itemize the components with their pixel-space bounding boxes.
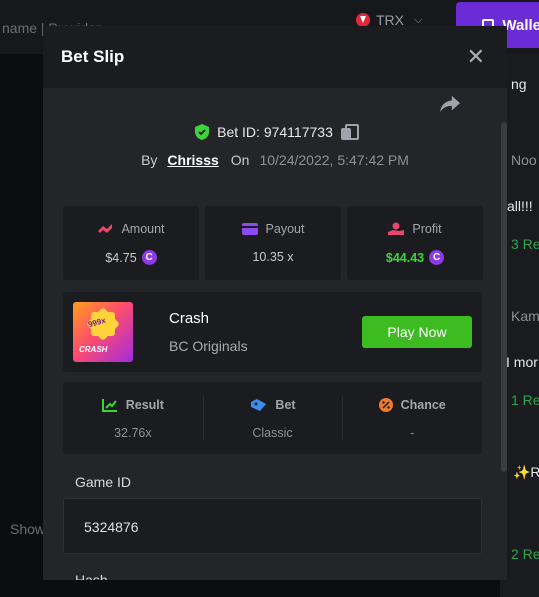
chevron-down-icon: ⌵ [414, 13, 423, 26]
modal-header: Bet Slip ✕ [43, 26, 507, 88]
show-text: Show [10, 521, 46, 537]
bet-stats: Amount $4.75 C Payout 10.35 x Profit $44… [63, 206, 483, 280]
chance-label: Chance [400, 398, 446, 412]
bet-value: Classic [252, 426, 293, 440]
bet-details: Result 32.76x Bet Classic Chance - [63, 382, 482, 454]
bet-id-label: Bet ID: [217, 124, 260, 140]
amount-label: Amount [121, 222, 165, 236]
bet-slip-modal: Bet Slip ✕ Bet ID: 974117733 By Chrisss … [43, 26, 507, 580]
play-now-button[interactable]: Play Now [362, 316, 472, 348]
chance-column: Chance - [342, 382, 482, 454]
money-hand-icon [98, 224, 113, 233]
thumb-title: CRASH [79, 345, 108, 354]
game-name: Crash [169, 310, 210, 327]
bet-id-value: 974117733 [263, 124, 333, 140]
chat-fragment: 1 Re [511, 392, 539, 408]
card-icon [241, 223, 258, 235]
game-card: 999x CRASH Crash BC Originals Play Now [63, 292, 482, 372]
share-icon[interactable] [439, 94, 461, 114]
hash-label: Hash [75, 572, 108, 580]
bet-id-row: Bet ID: 974117733 [43, 124, 507, 140]
by-label: By [141, 152, 158, 168]
bc-coin-icon: C [429, 250, 445, 265]
wallet-label: Wallet [502, 16, 539, 34]
on-label: On [230, 152, 250, 168]
trx-icon [356, 13, 370, 27]
payout-value: 10.35 x [252, 250, 294, 264]
chance-value: - [410, 426, 415, 440]
chat-fragment: Kam [511, 308, 539, 324]
game-id-field[interactable]: 5324876 [63, 498, 482, 554]
chart-growth-icon [101, 399, 117, 412]
crash-game-thumbnail[interactable]: 999x CRASH [73, 302, 133, 362]
result-value: 32.76x [114, 426, 152, 440]
profit-stat: Profit $44.43 C [347, 206, 483, 280]
chat-fragment: all!!! [507, 198, 533, 214]
bc-coin-icon: C [141, 250, 157, 265]
game-id-label: Game ID [75, 474, 132, 490]
bet-column: Bet Classic [202, 382, 343, 454]
percent-icon [378, 398, 393, 412]
result-label: Result [125, 398, 164, 412]
ticket-icon [251, 399, 267, 411]
amount-value: $4.75 [105, 250, 137, 265]
chat-fragment: I mor [506, 354, 538, 370]
payout-label: Payout [265, 222, 305, 236]
copy-icon[interactable] [340, 124, 359, 140]
scrollbar[interactable] [501, 122, 507, 472]
shield-check-icon [195, 124, 210, 140]
profit-hand-icon [388, 222, 405, 235]
result-column: Result 32.76x [63, 382, 203, 454]
bet-meta-row: By Chrisss On 10/24/2022, 5:47:42 PM [43, 152, 507, 168]
bet-label: Bet [275, 398, 296, 412]
chat-fragment: 2 Re [511, 546, 539, 562]
game-provider: BC Originals [169, 338, 248, 354]
profit-value: $44.43 [385, 250, 425, 265]
profit-label: Profit [412, 222, 442, 236]
bet-datetime: 10/24/2022, 5:47:42 PM [259, 152, 409, 168]
chat-fragment: 3 Re [511, 236, 539, 252]
chat-fragment: ng [511, 76, 527, 92]
username-link[interactable]: Chrisss [167, 152, 218, 168]
close-icon[interactable]: ✕ [467, 46, 485, 68]
amount-stat: Amount $4.75 C [63, 206, 199, 280]
chat-fragment: ✨Re [513, 464, 539, 480]
payout-stat: Payout 10.35 x [205, 206, 341, 280]
chat-fragment: Noo [511, 152, 537, 168]
modal-title: Bet Slip [61, 47, 125, 66]
